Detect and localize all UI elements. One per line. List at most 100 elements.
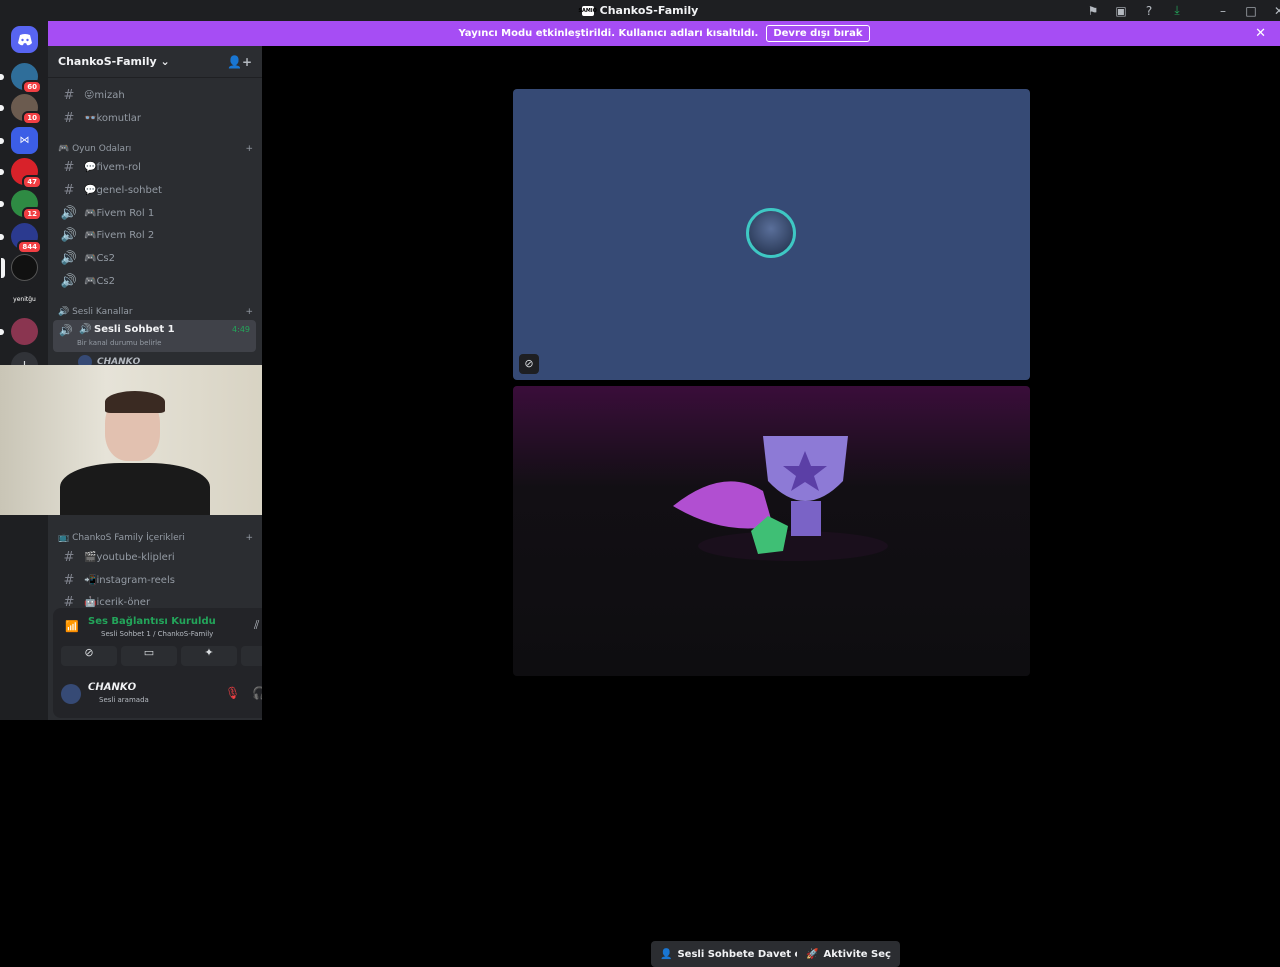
guild-6[interactable]: 844 bbox=[0, 223, 42, 254]
channel-label: 💬genel-sohbet bbox=[84, 185, 162, 196]
channel-label: 🎮Cs2 bbox=[84, 253, 116, 264]
channel-label: 💬fivem-rol bbox=[84, 162, 141, 173]
webcam-person bbox=[60, 391, 210, 515]
guild-9[interactable] bbox=[0, 318, 38, 345]
guild-4-badge: 47 bbox=[22, 175, 42, 189]
category-content[interactable]: 📺 ChankoS Family İçerikleri + bbox=[58, 533, 253, 543]
voice-channel-fivem-1[interactable]: 🔊 🎮Fivem Rol 1 bbox=[53, 203, 256, 224]
guild-4[interactable]: 47 bbox=[0, 158, 42, 189]
voice-stage: ⊘ 👤 Sesli Sohbete Davet et 🚀 Aktivite Se… bbox=[262, 46, 1280, 967]
guild-1-badge: 60 bbox=[22, 80, 42, 94]
noise-suppression-icon[interactable]: ⫽ bbox=[254, 618, 259, 633]
mute-mic-icon[interactable]: 🎙 bbox=[225, 686, 240, 700]
camera-off-button[interactable]: ⊘ bbox=[61, 646, 117, 666]
banner-close-icon[interactable]: ✕ bbox=[1255, 26, 1266, 41]
add-channel-icon[interactable]: + bbox=[245, 533, 253, 543]
signal-icon: 📶 bbox=[65, 620, 79, 633]
window-title-text: ChankoS-Family bbox=[599, 4, 699, 17]
banner-text: Yayıncı Modu etkinleştirildi. Kullanıcı … bbox=[458, 28, 759, 39]
category-voice[interactable]: 🔊 Sesli Kanallar + bbox=[58, 307, 253, 317]
speaker-icon: 🔊 bbox=[60, 251, 78, 266]
channel-instagram-reels[interactable]: # 📲instagram-reels bbox=[53, 570, 256, 591]
choose-activity-label: Aktivite Seç bbox=[823, 948, 891, 960]
guild-7[interactable] bbox=[1, 254, 38, 281]
hash-icon: # bbox=[63, 111, 75, 126]
server-name: ChankoS-Family bbox=[58, 55, 157, 68]
hash-icon: # bbox=[63, 550, 75, 565]
category-label: 🎮 Oyun Odaları bbox=[58, 144, 132, 154]
channel-mizah[interactable]: # 😜mizah bbox=[53, 85, 256, 106]
channel-youtube-klipleri[interactable]: # 🎬youtube-klipleri bbox=[53, 547, 256, 568]
guild-5[interactable]: 12 bbox=[0, 190, 42, 221]
maximize-icon[interactable]: □ bbox=[1244, 4, 1258, 18]
channel-fivem-rol[interactable]: # 💬fivem-rol bbox=[53, 157, 256, 178]
invite-voice-button[interactable]: 👤 Sesli Sohbete Davet et bbox=[651, 941, 816, 967]
flag-icon[interactable]: ⚑ bbox=[1086, 4, 1100, 18]
guild-2-badge: 10 bbox=[22, 111, 42, 125]
participant-avatar bbox=[746, 208, 796, 258]
category-label: 🔊 Sesli Kanallar bbox=[58, 307, 133, 317]
channel-label: 🤖icerik-öner bbox=[84, 597, 151, 608]
guild-2[interactable]: 10 bbox=[0, 94, 42, 125]
active-voice-channel[interactable]: 🔊 🔊 Sesli Sohbet 1 4:49 Bir kanal durumu… bbox=[53, 320, 256, 352]
channel-komutlar[interactable]: # 👓komutlar bbox=[53, 108, 256, 129]
help-icon[interactable]: ? bbox=[1142, 4, 1156, 18]
discord-home-icon[interactable] bbox=[11, 26, 38, 53]
channel-label: 📲instagram-reels bbox=[84, 575, 175, 586]
hash-icon: # bbox=[63, 573, 75, 588]
window-titlebar: SAMIO ChankoS-Family ⚑ ▣ ? ⤓ – □ ✕ bbox=[0, 0, 1280, 21]
channel-genel-sohbet[interactable]: # 💬genel-sohbet bbox=[53, 180, 256, 201]
speaker-icon: 🔊 bbox=[60, 228, 78, 243]
hash-icon: # bbox=[63, 88, 75, 103]
speaker-icon: 🔊 bbox=[60, 206, 78, 221]
participant-tile[interactable]: ⊘ bbox=[513, 89, 1030, 380]
channel-label: 🎮Cs2 bbox=[84, 276, 116, 287]
category-games[interactable]: 🎮 Oyun Odaları + bbox=[58, 144, 253, 154]
voice-status[interactable]: Ses Bağlantısı Kuruldu bbox=[88, 616, 216, 627]
window-title: SAMIO ChankoS-Family bbox=[578, 4, 699, 17]
voice-channel-cs2-b[interactable]: 🔊 🎮Cs2 bbox=[53, 271, 256, 292]
server-header[interactable]: ChankoS-Family ⌄ 👤+ bbox=[48, 46, 262, 78]
guild-5-badge: 12 bbox=[22, 207, 42, 221]
channel-label: 🎮Fivem Rol 1 bbox=[84, 208, 155, 219]
share-screen-button[interactable]: ▭ bbox=[121, 646, 177, 666]
download-icon[interactable]: ⤓ bbox=[1170, 3, 1184, 18]
speaker-active-icon: 🔊 bbox=[59, 324, 73, 337]
webcam-overlay bbox=[0, 365, 265, 515]
voice-channel-fivem-2[interactable]: 🔊 🎮Fivem Rol 2 bbox=[53, 225, 256, 246]
guild-1[interactable]: 60 bbox=[0, 63, 42, 94]
user-status: Sesli aramada bbox=[99, 696, 149, 704]
streamer-mode-banner: Yayıncı Modu etkinleştirildi. Kullanıcı … bbox=[48, 21, 1280, 46]
activities-button[interactable]: ✦ bbox=[181, 646, 237, 666]
add-channel-icon[interactable]: + bbox=[245, 307, 253, 317]
invite-voice-label: Sesli Sohbete Davet et bbox=[677, 948, 807, 960]
disable-streamer-mode-button[interactable]: Devre dışı bırak bbox=[766, 25, 870, 42]
voice-location[interactable]: Sesli Sohbet 1 / ChankoS-Family bbox=[101, 630, 213, 638]
guild-8[interactable]: yenitğu bbox=[11, 286, 38, 313]
chevron-down-icon: ⌄ bbox=[160, 55, 170, 68]
call-time: 4:49 bbox=[232, 325, 250, 334]
user-name: 𝘾𝙃𝘼𝙉𝙆𝙊 bbox=[88, 682, 137, 693]
hash-icon: # bbox=[63, 183, 75, 198]
rocket-icon: 🚀 bbox=[806, 948, 819, 960]
title-tools: ⚑ ▣ ? ⤓ – □ ✕ bbox=[1086, 0, 1280, 21]
window-close-icon[interactable]: ✕ bbox=[1272, 4, 1280, 18]
invite-people-icon[interactable]: 👤+ bbox=[227, 55, 252, 69]
channel-label: 😜mizah bbox=[84, 90, 125, 101]
voice-channel-cs2[interactable]: 🔊 🎮Cs2 bbox=[53, 248, 256, 269]
guild-3[interactable]: ⋈ bbox=[0, 127, 38, 154]
muted-mic-icon: ⊘ bbox=[519, 354, 539, 374]
minimize-icon[interactable]: – bbox=[1216, 4, 1230, 18]
hash-icon: # bbox=[63, 160, 75, 175]
add-user-icon: 👤 bbox=[660, 948, 673, 960]
add-channel-icon[interactable]: + bbox=[245, 144, 253, 154]
channel-status-prompt[interactable]: Bir kanal durumu belirle bbox=[77, 339, 161, 347]
active-channel-label: Sesli Sohbet 1 bbox=[94, 324, 175, 335]
user-avatar[interactable] bbox=[61, 684, 81, 704]
choose-activity-button[interactable]: 🚀 Aktivite Seç bbox=[797, 941, 900, 967]
channel-label: 👓komutlar bbox=[84, 113, 142, 124]
activity-tile: 👤 Sesli Sohbete Davet et 🚀 Aktivite Seç bbox=[513, 386, 1030, 967]
trophy-illustration bbox=[673, 436, 888, 561]
category-label: 📺 ChankoS Family İçerikleri bbox=[58, 533, 185, 543]
inbox-icon[interactable]: ▣ bbox=[1114, 4, 1128, 18]
